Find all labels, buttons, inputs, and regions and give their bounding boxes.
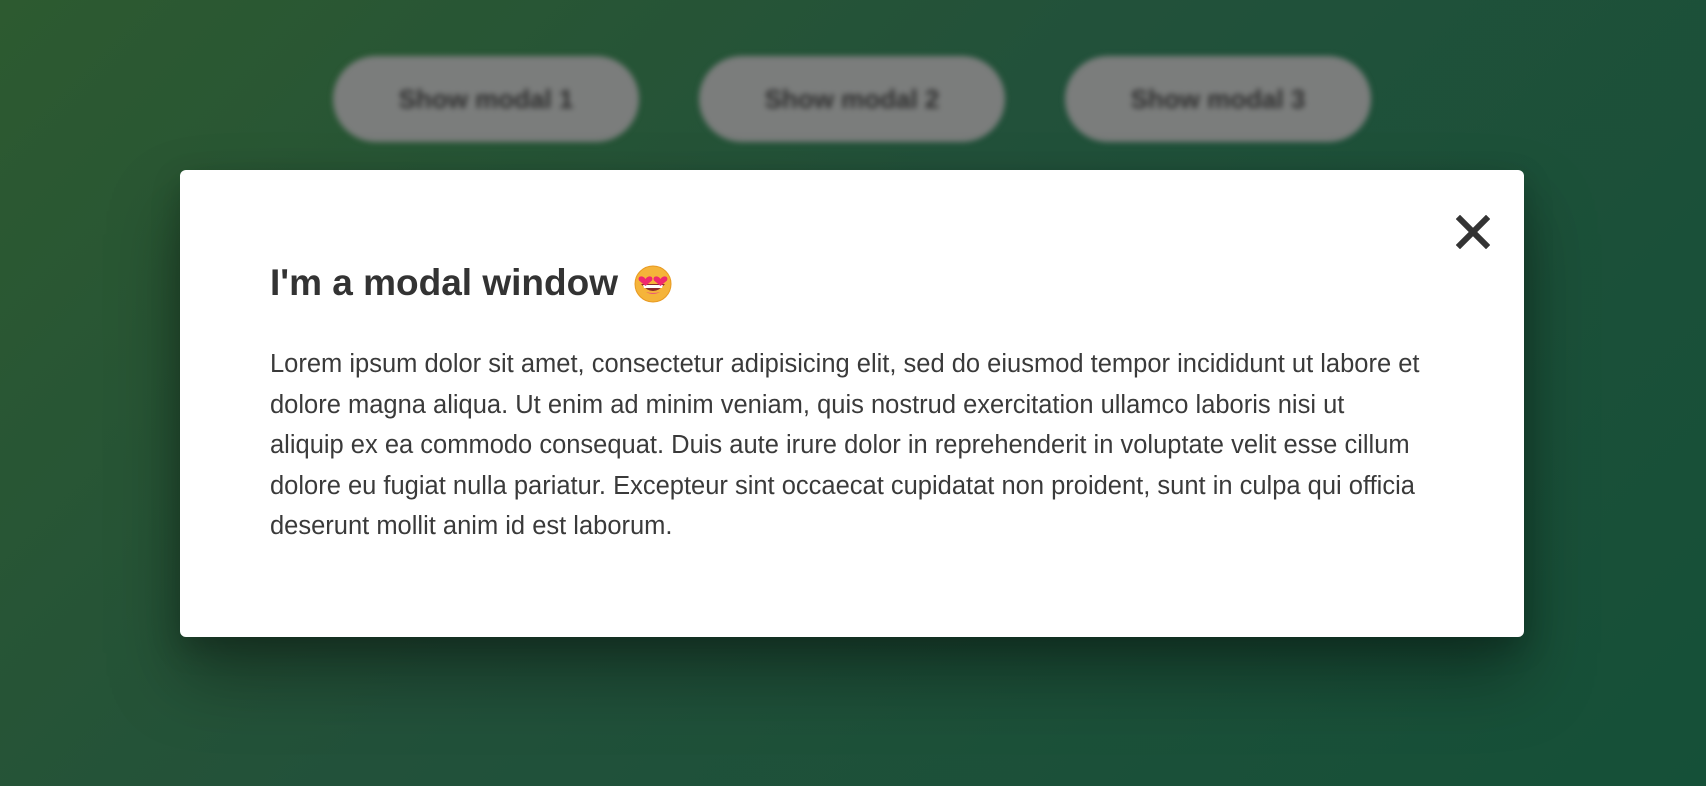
- modal-body-text: Lorem ipsum dolor sit amet, consectetur …: [270, 350, 1420, 541]
- close-icon: [1456, 215, 1490, 249]
- show-modal-3-button[interactable]: Show modal 3: [1065, 56, 1371, 142]
- modal-window: I'm a modal window Lorem ipsum dolor sit…: [180, 170, 1524, 637]
- show-modal-2-button[interactable]: Show modal 2: [699, 56, 1005, 142]
- modal-title-heading: I'm a modal window: [270, 262, 674, 304]
- close-modal-button[interactable]: [1449, 208, 1497, 256]
- show-modal-1-button[interactable]: Show modal 1: [333, 56, 639, 142]
- smiling-face-with-heart-eyes-icon: [634, 265, 672, 303]
- modal-title: I'm a modal window: [270, 262, 618, 303]
- modal-trigger-bar: Show modal 1 Show modal 2 Show modal 3: [0, 0, 1706, 180]
